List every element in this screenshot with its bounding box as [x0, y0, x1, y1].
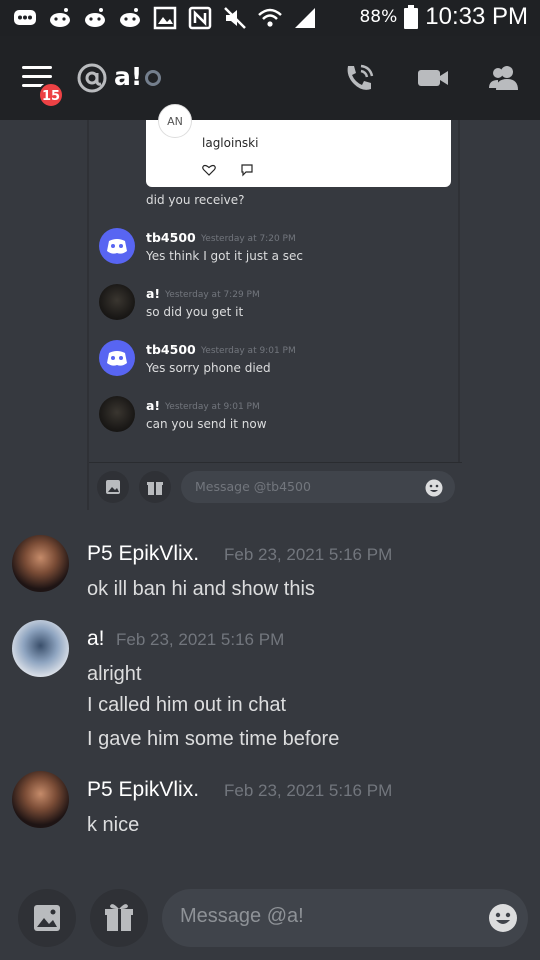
battery-percent: 88%: [359, 7, 398, 27]
gift-button[interactable]: [90, 889, 148, 947]
message-text: k nice: [87, 814, 140, 836]
reddit-icon: [50, 8, 70, 27]
avatar[interactable]: [12, 535, 69, 592]
notification-badge: 15: [38, 82, 64, 108]
embed-timestamp: Yesterday at 9:01 PM: [165, 402, 260, 412]
chat-notification-icon: [14, 10, 36, 25]
embed-message-text: so did you get it: [146, 305, 244, 319]
comment-icon: [241, 164, 253, 177]
wifi-icon: [258, 8, 282, 27]
embed-message-text: did you receive?: [146, 193, 245, 207]
image-icon: [97, 471, 129, 503]
message-timestamp: Feb 23, 2021 5:16 PM: [116, 630, 285, 649]
card-username: lagloinski: [202, 136, 259, 150]
emoji-icon: [425, 479, 443, 497]
image-upload-button[interactable]: [18, 889, 76, 947]
message-timestamp: Feb 23, 2021 5:16 PM: [224, 781, 393, 800]
mute-icon: [224, 7, 246, 29]
message-author[interactable]: P5 EpikVlix.: [87, 542, 199, 566]
offline-status-icon: [145, 70, 161, 86]
message-text: I called him out in chat: [87, 694, 286, 716]
message-text: alright: [87, 663, 142, 685]
gift-icon: [139, 471, 171, 503]
image-icon: [34, 905, 60, 931]
embed-input-bar: Message @tb4500: [89, 462, 462, 510]
message-input-placeholder: Message @a!: [180, 905, 304, 927]
card-avatar: AN: [158, 104, 192, 138]
message-input[interactable]: Message @a!: [162, 889, 528, 947]
embed-author: tb4500: [146, 342, 196, 357]
message-author[interactable]: P5 EpikVlix.: [87, 778, 199, 802]
message-text: I gave him some time before: [87, 728, 340, 750]
reddit-icon: [85, 8, 105, 27]
instagram-post-card: AN lagloinski: [146, 104, 451, 187]
clock: 10:33 PM: [425, 3, 528, 30]
embed-message-input: Message @tb4500: [181, 471, 455, 503]
members-icon[interactable]: [487, 62, 521, 94]
message-text: ok ill ban hi and show this: [87, 578, 315, 600]
nfc-icon: [188, 6, 212, 30]
message-author[interactable]: a!: [87, 627, 105, 651]
user-avatar: [99, 284, 135, 320]
battery-icon: [404, 5, 419, 29]
message-composer: Message @a!: [0, 880, 540, 960]
reddit-icon: [120, 8, 140, 27]
video-icon[interactable]: [416, 62, 450, 94]
embed-message-text: can you send it now: [146, 417, 267, 431]
gallery-icon: [153, 6, 177, 30]
gift-icon: [105, 904, 133, 931]
channel-name: a!: [114, 62, 143, 91]
status-bar: 88% 10:33 PM: [0, 0, 540, 36]
embed-author: a!: [146, 398, 161, 413]
embed-author: a!: [146, 286, 161, 301]
call-icon[interactable]: [342, 62, 376, 94]
message-timestamp: Feb 23, 2021 5:16 PM: [224, 545, 393, 564]
user-avatar: [99, 396, 135, 432]
discord-avatar: [99, 340, 135, 376]
discord-avatar: [99, 228, 135, 264]
embed-timestamp: Yesterday at 7:29 PM: [165, 290, 260, 300]
heart-icon: [202, 164, 216, 176]
avatar[interactable]: [12, 771, 69, 828]
embed-author: tb4500: [146, 230, 196, 245]
avatar[interactable]: [12, 620, 69, 677]
at-icon: [77, 63, 107, 93]
embed-message-text: Yes sorry phone died: [146, 361, 271, 375]
embedded-screenshot: AN lagloinski did you receive? tb4500 Ye…: [87, 104, 462, 510]
embed-input-placeholder: Message @tb4500: [195, 479, 311, 494]
embed-message-text: Yes think I got it just a sec: [146, 249, 303, 263]
chat-header: 15 a!: [0, 36, 540, 120]
signal-icon: [295, 8, 315, 28]
emoji-icon[interactable]: [488, 903, 518, 933]
embed-timestamp: Yesterday at 9:01 PM: [201, 346, 296, 356]
embed-timestamp: Yesterday at 7:20 PM: [201, 234, 296, 244]
